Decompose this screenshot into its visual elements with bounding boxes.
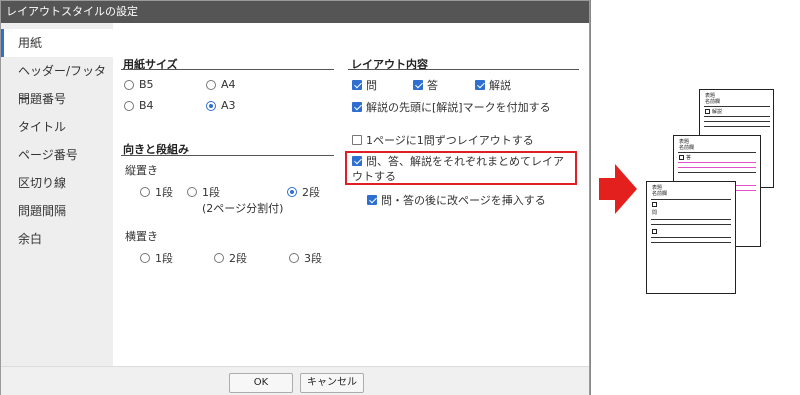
explanation-mark-label: 解説の先頭に[解説]マークを付加する xyxy=(366,101,551,114)
dialog-title: レイアウトスタイルの設定 xyxy=(1,1,589,23)
sidebar-item-title[interactable]: タイトル xyxy=(1,113,113,141)
radio-indicator xyxy=(124,100,134,111)
sidebar-item-paper[interactable]: 用紙 xyxy=(1,29,113,57)
radio-indicator xyxy=(140,187,150,197)
paper-a4-radio[interactable]: A4 xyxy=(206,78,236,91)
radio-indicator xyxy=(124,79,134,90)
checkbox-indicator xyxy=(352,80,362,90)
cancel-button[interactable]: キャンセル xyxy=(300,373,364,393)
one-per-page-checkbox[interactable]: 1ページに1問ずつレイアウトする xyxy=(352,132,534,148)
paper-a3-radio[interactable]: A3 xyxy=(206,99,236,112)
page-rule-pink xyxy=(678,167,756,168)
page-break-label: 問・答の後に改ページを挿入する xyxy=(381,194,546,207)
group-layout-label: 問、答、解説をそれぞれまとめてレイアウトする xyxy=(352,155,564,183)
page-box xyxy=(705,109,710,114)
checkbox-indicator xyxy=(352,135,362,145)
checkbox-indicator xyxy=(352,102,362,112)
checkbox-indicator xyxy=(367,195,377,205)
sidebar-item-header-footer[interactable]: ヘッダー/フッター xyxy=(1,57,113,106)
portrait-label: 縦置き xyxy=(125,164,158,177)
radio-indicator xyxy=(289,253,299,263)
radio-indicator xyxy=(206,79,216,90)
landscape-label: 横置き xyxy=(125,230,158,243)
page-rule xyxy=(651,219,731,220)
layout-content-rule xyxy=(348,69,579,70)
include-question-label: 問 xyxy=(366,79,377,92)
layout-style-dialog: レイアウトスタイルの設定 用紙 ヘッダー/フッター 問題番号 タイトル ページ番… xyxy=(0,0,590,395)
checkbox-indicator xyxy=(352,156,362,166)
landscape-2col-label: 2段 xyxy=(229,252,247,265)
include-explanation-label: 解説 xyxy=(489,79,511,92)
page-rule xyxy=(651,224,731,225)
explanation-mark-checkbox[interactable]: 解説の先頭に[解説]マークを付加する xyxy=(352,99,551,115)
portrait-split-note: (2ページ分割付) xyxy=(202,202,284,215)
page-rule xyxy=(651,242,731,243)
landscape-3col-label: 3段 xyxy=(304,252,322,265)
portrait-2col-label: 2段 xyxy=(302,186,320,199)
sidebar-item-question-spacing[interactable]: 問題間隔 xyxy=(1,197,113,225)
paper-a3-label: A3 xyxy=(221,99,236,112)
page-item-label: 答 xyxy=(686,155,692,161)
ok-button[interactable]: OK xyxy=(229,373,293,393)
portrait-1col-split-label: 1段 xyxy=(202,186,220,199)
panel-divider xyxy=(590,0,591,395)
page-rule xyxy=(651,199,731,200)
include-question-checkbox[interactable]: 問 xyxy=(352,77,377,93)
landscape-2col-radio[interactable]: 2段 xyxy=(214,250,247,266)
radio-indicator-selected xyxy=(206,100,216,111)
landscape-1col-label: 1段 xyxy=(155,252,173,265)
include-answer-label: 答 xyxy=(427,79,438,92)
page-name-text: 名前欄 xyxy=(652,191,668,197)
radio-indicator xyxy=(140,253,150,263)
portrait-1col-label: 1段 xyxy=(155,186,173,199)
page-rule xyxy=(704,126,770,127)
portrait-1col-split-radio[interactable]: 1段 xyxy=(187,184,220,200)
page-rule xyxy=(678,172,756,173)
page-box xyxy=(679,155,684,160)
page-name-text: 名前欄 xyxy=(705,99,721,105)
right-arrow-icon xyxy=(599,164,637,214)
page-box xyxy=(652,229,657,234)
radio-indicator xyxy=(187,187,197,197)
portrait-1col-radio[interactable]: 1段 xyxy=(140,184,173,200)
paper-b4-radio[interactable]: B4 xyxy=(124,99,154,112)
radio-indicator xyxy=(214,253,224,263)
page-rule xyxy=(704,116,770,117)
portrait-2col-radio[interactable]: 2段 xyxy=(287,184,320,200)
landscape-3col-radio[interactable]: 3段 xyxy=(289,250,322,266)
page-rule xyxy=(704,106,770,107)
landscape-1col-radio[interactable]: 1段 xyxy=(140,250,173,266)
page-item-label: 問 xyxy=(652,210,658,216)
paper-a4-label: A4 xyxy=(221,78,236,91)
preview-page-question: 表題 名前欄 問 xyxy=(646,181,736,294)
one-per-page-label: 1ページに1問ずつレイアウトする xyxy=(366,134,534,147)
paper-b5-label: B5 xyxy=(139,78,154,91)
paper-b4-label: B4 xyxy=(139,99,154,112)
include-explanation-checkbox[interactable]: 解説 xyxy=(475,77,511,93)
dialog-footer: OK キャンセル xyxy=(1,366,589,395)
orientation-rule xyxy=(121,155,334,156)
checkbox-indicator xyxy=(475,80,485,90)
sidebar-item-page-number[interactable]: ページ番号 xyxy=(1,141,113,169)
page-rule xyxy=(704,121,770,122)
sidebar-item-question-number[interactable]: 問題番号 xyxy=(1,85,113,113)
sidebar-item-margin[interactable]: 余白 xyxy=(1,225,113,253)
page-item-label: 解説 xyxy=(712,109,723,115)
page-name-text: 名前欄 xyxy=(679,145,695,151)
page-rule xyxy=(678,152,756,153)
include-answer-checkbox[interactable]: 答 xyxy=(413,77,438,93)
page-rule xyxy=(651,237,731,238)
paper-b5-radio[interactable]: B5 xyxy=(124,78,154,91)
sidebar-item-separator[interactable]: 区切り線 xyxy=(1,169,113,197)
sidebar: 用紙 ヘッダー/フッター 問題番号 タイトル ページ番号 区切り線 問題間隔 余… xyxy=(1,23,113,366)
page-rule-pink xyxy=(678,162,756,163)
checkbox-indicator xyxy=(413,80,423,90)
paper-size-rule xyxy=(121,69,334,70)
radio-indicator-selected xyxy=(287,187,297,197)
page-box xyxy=(652,202,657,207)
group-layout-checkbox[interactable]: 問、答、解説をそれぞれまとめてレイアウトする xyxy=(352,154,574,184)
page-break-checkbox[interactable]: 問・答の後に改ページを挿入する xyxy=(367,192,546,208)
